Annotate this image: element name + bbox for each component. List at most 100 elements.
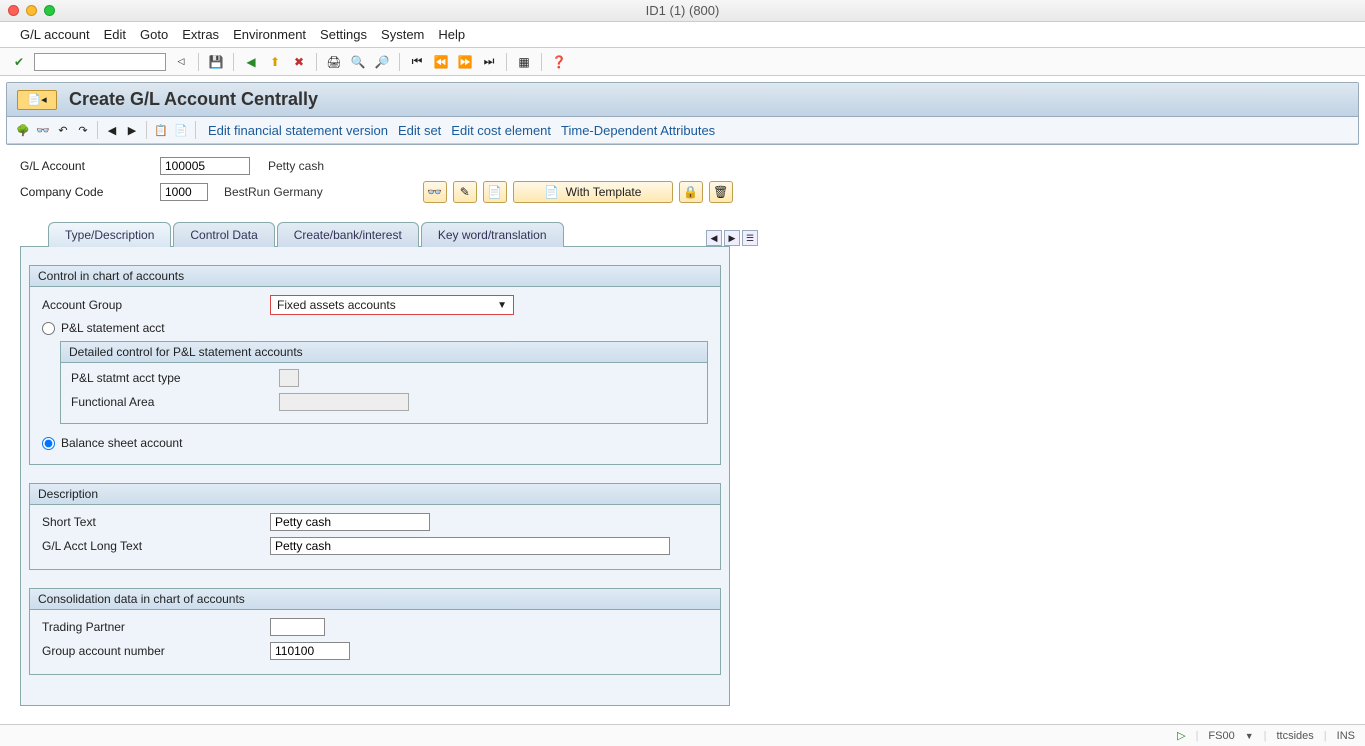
company-code-label: Company Code: [20, 185, 150, 199]
help-icon[interactable]: ❓: [550, 53, 568, 71]
chevron-down-icon[interactable]: ▼: [1245, 731, 1254, 741]
exit-icon[interactable]: ⬆: [266, 53, 284, 71]
gl-account-desc: Petty cash: [268, 159, 324, 173]
status-user: ttcsides: [1277, 730, 1314, 742]
app-toolbar: 🌳 👓 ↶ ↷ ◀ ▶ 📋 📄 Edit financial statement…: [7, 117, 1358, 144]
transaction-badge: 📄◂: [17, 90, 57, 110]
balance-sheet-radio[interactable]: [42, 437, 55, 450]
menu-goto[interactable]: Goto: [140, 27, 168, 42]
tab-list-icon[interactable]: ☰: [742, 230, 758, 246]
content-area: G/L Account Petty cash Company Code Best…: [0, 145, 1365, 718]
gl-account-label: G/L Account: [20, 159, 150, 173]
tab-keyword-translation[interactable]: Key word/translation: [421, 222, 564, 247]
next-record-icon[interactable]: ▶: [124, 122, 140, 138]
menu-help[interactable]: Help: [438, 27, 465, 42]
window-titlebar: ID1 (1) (800): [0, 0, 1365, 22]
find-next-icon[interactable]: 🔎: [373, 53, 391, 71]
pl-statement-radio[interactable]: [42, 322, 55, 335]
group-account-field[interactable]: [270, 642, 350, 660]
cancel-icon[interactable]: ✖: [290, 53, 308, 71]
link-time-dependent[interactable]: Time-Dependent Attributes: [561, 123, 715, 138]
dropdown-icon[interactable]: ◁: [172, 53, 190, 71]
prev-record-icon[interactable]: ◀: [104, 122, 120, 138]
toolbar-divider: [506, 53, 507, 71]
print-icon[interactable]: 🖨: [325, 53, 343, 71]
menu-system[interactable]: System: [381, 27, 424, 42]
toolbar-divider: [97, 121, 98, 139]
back-icon[interactable]: ◀: [242, 53, 260, 71]
toolbar-divider: [146, 121, 147, 139]
account-group-value: Fixed assets accounts: [277, 298, 396, 312]
clipboard-icon[interactable]: 📄: [173, 122, 189, 138]
toolbar-divider: [316, 53, 317, 71]
undo-icon[interactable]: ↶: [55, 122, 71, 138]
window-title: ID1 (1) (800): [646, 3, 720, 18]
long-text-field[interactable]: [270, 537, 670, 555]
menu-edit[interactable]: Edit: [104, 27, 126, 42]
new-session-icon[interactable]: ▦: [515, 53, 533, 71]
status-arrow-icon[interactable]: ▷: [1177, 729, 1185, 742]
minimize-window-icon[interactable]: [26, 5, 37, 16]
menu-settings[interactable]: Settings: [320, 27, 367, 42]
toolbar-divider: [198, 53, 199, 71]
tab-create-bank-interest[interactable]: Create/bank/interest: [277, 222, 419, 247]
tab-scroll-left-icon[interactable]: ◀: [706, 230, 722, 246]
status-mode: INS: [1337, 730, 1355, 742]
edit-button[interactable]: ✎: [453, 181, 477, 203]
lock-button[interactable]: 🔒: [679, 181, 703, 203]
trading-partner-field[interactable]: [270, 618, 325, 636]
command-field[interactable]: [34, 53, 166, 71]
next-page-icon[interactable]: ⏩: [456, 53, 474, 71]
trading-partner-label: Trading Partner: [42, 620, 262, 634]
display-icon[interactable]: 👓: [35, 122, 51, 138]
first-page-icon[interactable]: ⏮: [408, 53, 426, 71]
account-group-label: Account Group: [42, 298, 262, 312]
inner-group-pl-detail: Detailed control for P&L statement accou…: [60, 341, 708, 424]
link-edit-cost-element[interactable]: Edit cost element: [451, 123, 551, 138]
hierarchy-icon[interactable]: 🌳: [15, 122, 31, 138]
display-button[interactable]: 👓: [423, 181, 447, 203]
create-button[interactable]: 📄: [483, 181, 507, 203]
worklist-icon[interactable]: 📋: [153, 122, 169, 138]
menu-extras[interactable]: Extras: [182, 27, 219, 42]
menu-bar: G/L account Edit Goto Extras Environment…: [0, 22, 1365, 48]
inner-group-title: Detailed control for P&L statement accou…: [61, 342, 707, 363]
toolbar-divider: [233, 53, 234, 71]
link-edit-set[interactable]: Edit set: [398, 123, 441, 138]
prev-page-icon[interactable]: ⏪: [432, 53, 450, 71]
account-group-select[interactable]: Fixed assets accounts ▼: [270, 295, 514, 315]
balance-sheet-label: Balance sheet account: [61, 436, 182, 450]
redo-icon[interactable]: ↷: [75, 122, 91, 138]
group-description: Description Short Text G/L Acct Long Tex…: [29, 483, 721, 570]
toolbar-divider: [399, 53, 400, 71]
menu-environment[interactable]: Environment: [233, 27, 306, 42]
zoom-window-icon[interactable]: [44, 5, 55, 16]
gl-account-field[interactable]: [160, 157, 250, 175]
system-toolbar: ✔ ◁ 💾 ◀ ⬆ ✖ 🖨 🔍 🔎 ⏮ ⏪ ⏩ ⏭ ▦ ❓: [0, 48, 1365, 76]
long-text-label: G/L Acct Long Text: [42, 539, 262, 553]
link-edit-fsv[interactable]: Edit financial statement version: [208, 123, 388, 138]
group-description-title: Description: [30, 484, 720, 505]
close-window-icon[interactable]: [8, 5, 19, 16]
with-template-button[interactable]: 📄 With Template: [513, 181, 673, 203]
menu-gl-account[interactable]: G/L account: [20, 27, 90, 42]
last-page-icon[interactable]: ⏭: [480, 53, 498, 71]
tab-control-data[interactable]: Control Data: [173, 222, 274, 247]
traffic-lights: [8, 5, 55, 16]
enter-icon[interactable]: ✔: [10, 53, 28, 71]
find-icon[interactable]: 🔍: [349, 53, 367, 71]
short-text-field[interactable]: [270, 513, 430, 531]
page-header: 📄◂ Create G/L Account Centrally 🌳 👓 ↶ ↷ …: [6, 82, 1359, 145]
chevron-down-icon: ▼: [497, 300, 507, 311]
save-icon[interactable]: 💾: [207, 53, 225, 71]
company-code-field[interactable]: [160, 183, 208, 201]
delete-button[interactable]: 🗑: [709, 181, 733, 203]
tab-type-description[interactable]: Type/Description: [48, 222, 171, 247]
tab-scroll-right-icon[interactable]: ▶: [724, 230, 740, 246]
toolbar-divider: [541, 53, 542, 71]
functional-area-field[interactable]: [279, 393, 409, 411]
group-consolidation-title: Consolidation data in chart of accounts: [30, 589, 720, 610]
pl-type-field[interactable]: [279, 369, 299, 387]
status-tcode: FS00: [1208, 730, 1234, 742]
pl-type-label: P&L statmt acct type: [71, 371, 271, 385]
